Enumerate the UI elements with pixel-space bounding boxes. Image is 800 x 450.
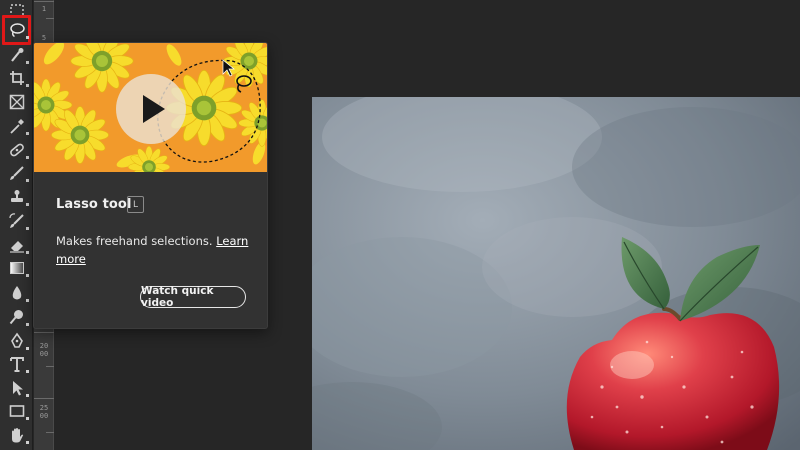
tool-group-indicator	[26, 299, 29, 302]
gradient-tool-icon	[10, 262, 24, 274]
tool-group-indicator	[26, 156, 29, 159]
ruler-tick	[34, 332, 54, 333]
play-icon	[143, 95, 165, 123]
quick-selection-tool-button[interactable]	[4, 44, 30, 66]
tooltip-description: Makes freehand selections. Learn more	[56, 232, 256, 268]
dodge-tool-button[interactable]	[4, 306, 30, 328]
tool-group-indicator	[26, 132, 29, 135]
ruler-tick	[46, 366, 54, 367]
ruler-tick	[46, 432, 54, 433]
play-video-button[interactable]	[116, 74, 186, 144]
tool-group-indicator	[26, 251, 29, 254]
history-brush-tool-button[interactable]	[4, 210, 30, 232]
shortcut-key-badge: L	[127, 196, 144, 213]
tooltip-video-thumbnail[interactable]	[34, 43, 267, 172]
lasso-tool-tooltip: Lasso tool L Makes freehand selections. …	[33, 42, 268, 329]
watch-quick-video-button[interactable]: Watch quick video	[140, 285, 246, 309]
ruler-label: 2000	[39, 342, 49, 358]
crop-tool-button[interactable]	[4, 67, 30, 89]
eyedropper-tool-icon	[10, 119, 24, 134]
ruler-tick	[34, 1, 54, 2]
spot-healing-brush-icon	[10, 143, 24, 157]
pen-tool-button[interactable]	[4, 330, 30, 352]
tool-group-indicator	[26, 394, 29, 397]
path-selection-tool-icon	[13, 381, 23, 396]
tool-group-indicator	[26, 227, 29, 230]
ruler-label: 5	[41, 34, 47, 42]
frame-tool-button[interactable]	[4, 91, 30, 113]
brush-tool-button[interactable]	[4, 162, 30, 184]
clone-stamp-tool-icon	[11, 190, 23, 202]
description-text: Makes freehand selections.	[56, 234, 213, 248]
eraser-tool-button[interactable]	[4, 234, 30, 256]
rectangle-tool-button[interactable]	[4, 400, 30, 422]
frame-tool-icon	[9, 94, 25, 110]
tooltip-title: Lasso tool	[56, 197, 132, 212]
spot-healing-brush-button[interactable]	[4, 139, 30, 161]
tool-group-indicator	[26, 36, 29, 39]
tool-group-indicator	[26, 347, 29, 350]
document-canvas[interactable]	[312, 97, 800, 450]
type-tool-icon	[10, 357, 24, 372]
tool-group-indicator	[26, 417, 29, 420]
tool-group-indicator	[26, 441, 29, 444]
eyedropper-tool-button[interactable]	[4, 115, 30, 137]
lasso-tool-icon	[10, 23, 25, 38]
apple-photo	[312, 97, 800, 450]
tool-group-indicator	[26, 370, 29, 373]
dodge-tool-icon	[9, 310, 23, 325]
tool-group-indicator	[26, 323, 29, 326]
path-selection-tool-button[interactable]	[4, 377, 30, 399]
brush-tool-icon	[10, 166, 24, 180]
history-brush-tool-icon	[9, 213, 24, 228]
tool-group-indicator	[26, 61, 29, 64]
lasso-tool-button[interactable]	[4, 19, 30, 41]
type-tool-button[interactable]	[4, 353, 30, 375]
ruler-tick	[34, 398, 54, 399]
ruler-label: 1	[41, 5, 47, 13]
ruler-tick	[46, 18, 54, 19]
tool-group-indicator	[26, 203, 29, 206]
blur-tool-icon	[12, 286, 22, 300]
hand-tool-icon	[12, 428, 24, 443]
tool-group-indicator	[26, 274, 29, 277]
crop-tool-icon	[10, 71, 24, 85]
tools-panel	[0, 0, 33, 450]
eraser-tool-icon	[10, 241, 24, 253]
rectangle-tool-icon	[9, 405, 25, 417]
clone-stamp-tool-button[interactable]	[4, 186, 30, 208]
gradient-tool-button[interactable]	[4, 257, 30, 279]
tool-group-indicator	[26, 84, 29, 87]
blur-tool-button[interactable]	[4, 282, 30, 304]
quick-selection-tool-icon	[11, 48, 24, 62]
tool-group-indicator	[26, 179, 29, 182]
hand-tool-button[interactable]	[4, 424, 30, 446]
pen-tool-icon	[11, 332, 23, 348]
